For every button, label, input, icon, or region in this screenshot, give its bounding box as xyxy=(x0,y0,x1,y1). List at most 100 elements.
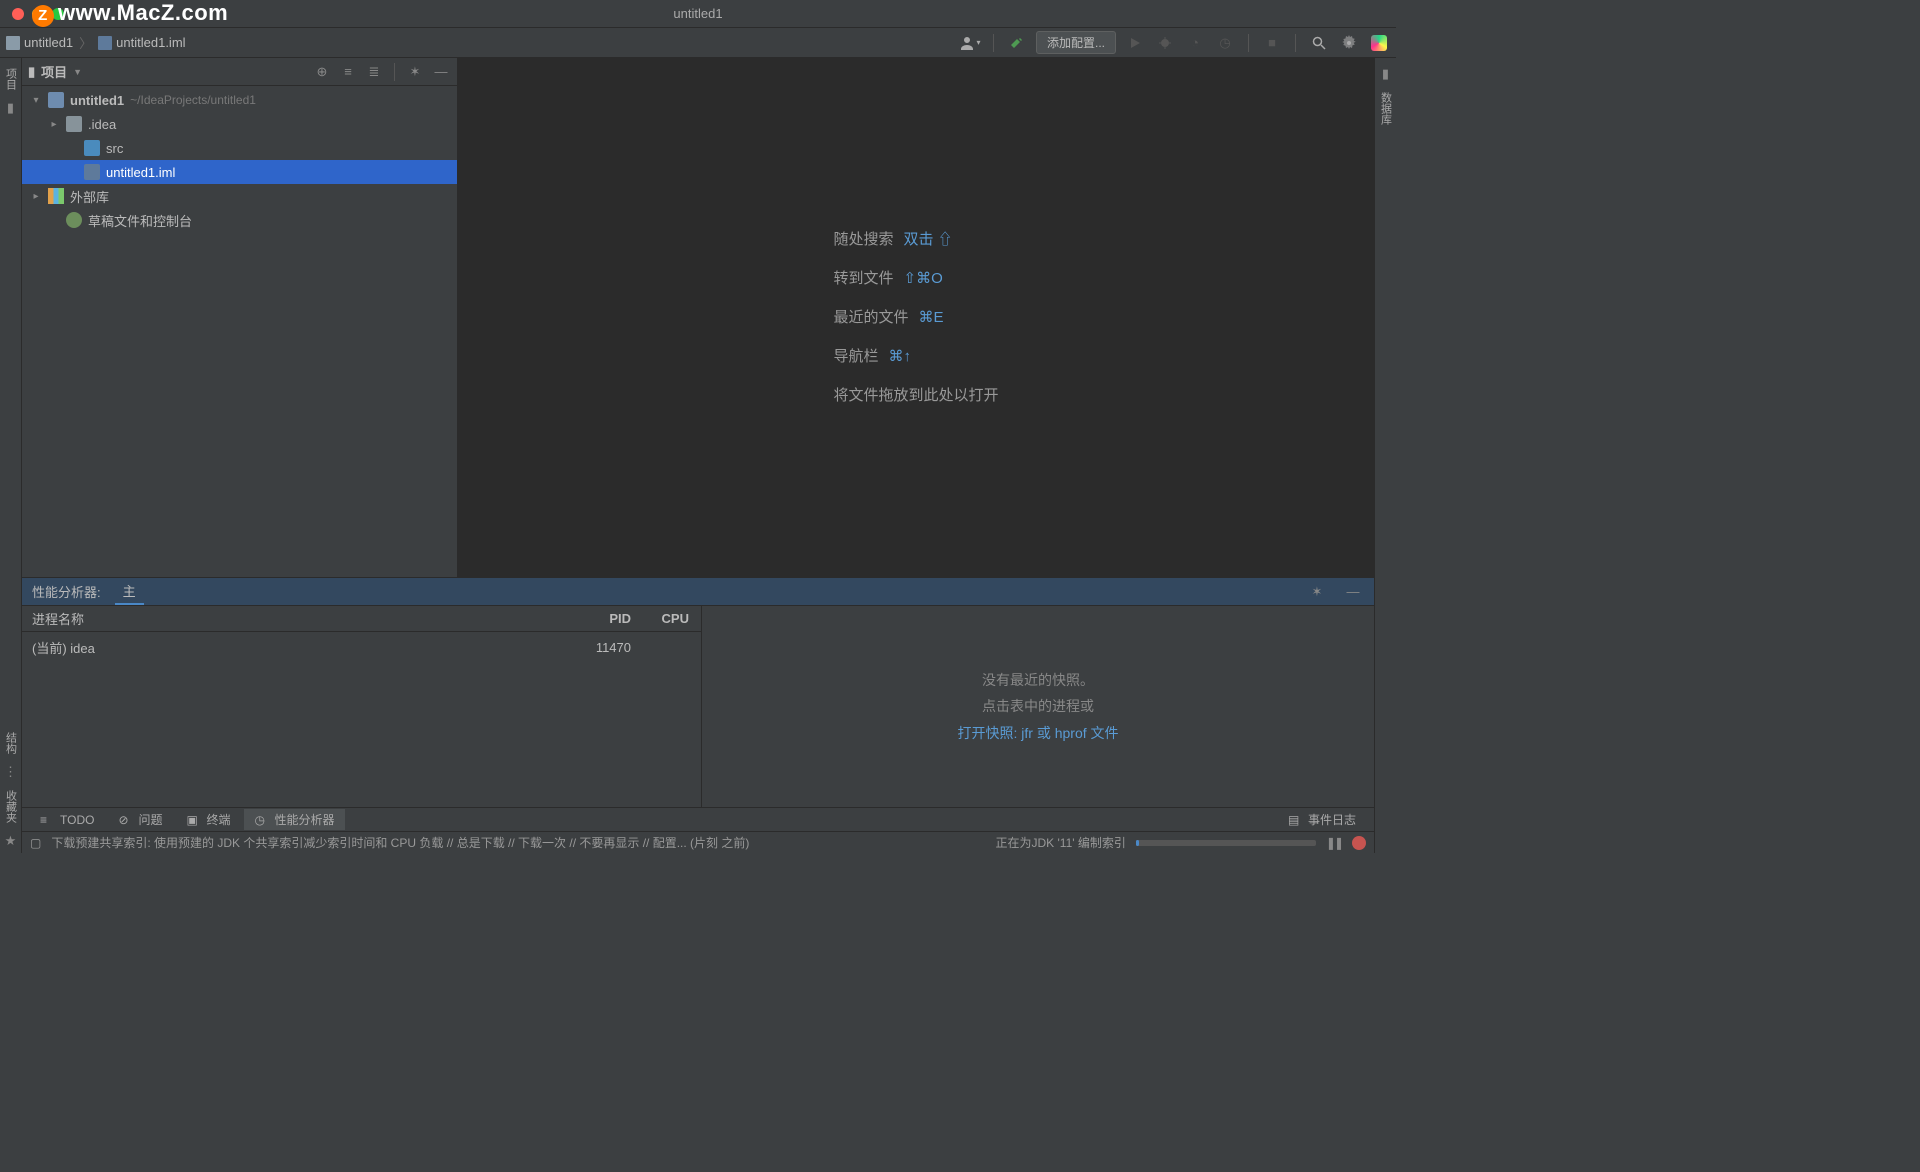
select-opened-file-icon[interactable]: ⊕ xyxy=(312,62,332,82)
tree-node-idea[interactable]: ▸ .idea xyxy=(22,112,457,136)
breadcrumb: untitled1 〉 untitled1.iml xyxy=(6,33,186,52)
indexing-label: 正在为JDK '11' 编制索引 xyxy=(996,834,1126,851)
expand-all-icon[interactable]: ≡ xyxy=(338,62,358,82)
debug-icon[interactable] xyxy=(1154,32,1176,54)
snapshot-pane: 没有最近的快照。 点击表中的进程或 打开快照: jfr 或 hprof 文件 xyxy=(702,606,1374,807)
profiler-icon: ◷ xyxy=(254,813,268,827)
tree-node-src[interactable]: ▸ src xyxy=(22,136,457,160)
tree-node-external-libraries[interactable]: ▸ 外部库 xyxy=(22,184,457,208)
folder-icon xyxy=(6,36,20,50)
build-icon[interactable] xyxy=(1006,32,1028,54)
window-title: untitled1 xyxy=(673,6,722,21)
gear-icon[interactable]: ✶ xyxy=(1306,581,1328,603)
jetbrains-toolbox-icon[interactable] xyxy=(1368,32,1390,54)
status-message[interactable]: 下载预建共享索引: 使用预建的 JDK 个共享索引减少索引时间和 CPU 负载 … xyxy=(51,834,749,851)
shortcut-recent: ⌘E xyxy=(919,298,944,337)
database-icon[interactable]: ▮ xyxy=(1378,66,1394,82)
process-table-header: 进程名称 PID CPU xyxy=(22,606,701,632)
project-tool-title[interactable]: ▮ 项目 ▼ xyxy=(28,62,82,81)
scratch-icon xyxy=(66,212,82,228)
profiler-title: 性能分析器: xyxy=(32,582,101,601)
project-tree[interactable]: ▾ untitled1 ~/IdeaProjects/untitled1 ▸ .… xyxy=(22,86,457,577)
tab-problems[interactable]: ⊘问题 xyxy=(108,809,172,830)
search-icon[interactable] xyxy=(1308,32,1330,54)
folder-icon xyxy=(66,116,82,132)
left-gutter: 项目 ▮ 结构 ⋮ 收藏夹 ★ xyxy=(0,58,22,853)
shortcut-navbar: ⌘↑ xyxy=(889,337,912,376)
tip-recent-files: 最近的文件 xyxy=(833,298,908,337)
tip-search-everywhere: 随处搜索 xyxy=(833,220,893,259)
process-row[interactable]: (当前) idea 11470 xyxy=(22,632,701,662)
tip-drop-files: 将文件拖放到此处以打开 xyxy=(833,376,998,415)
iml-file-icon xyxy=(84,164,100,180)
chevron-right-icon: 〉 xyxy=(79,33,92,52)
bottom-tool-tabs: ≡TODO ⊘问题 ▣终端 ◷性能分析器 ▤事件日志 xyxy=(22,807,1374,831)
profiler-panel: 性能分析器: 主 ✶ — 进程名称 PID CPU (当前) idea xyxy=(22,577,1374,807)
project-tool-header: ▮ 项目 ▼ ⊕ ≡ ≣ ✶ — xyxy=(22,58,457,86)
snapshot-msg-1: 没有最近的快照。 xyxy=(982,667,1094,694)
profiler-header: 性能分析器: 主 ✶ — xyxy=(22,578,1374,606)
source-folder-icon xyxy=(84,140,100,156)
chevron-right-icon[interactable]: ▸ xyxy=(48,119,60,130)
structure-icon[interactable]: ⋮ xyxy=(3,764,19,780)
run-icon[interactable] xyxy=(1124,32,1146,54)
terminal-icon: ▣ xyxy=(186,813,200,827)
shortcut-search: 双击 ⇧ xyxy=(904,220,953,259)
watermark: Zwww.MacZ.com xyxy=(32,0,228,27)
right-gutter: ▮ 数据库 xyxy=(1374,58,1396,853)
tool-tab-structure[interactable]: 结构 xyxy=(1,726,21,760)
iml-file-icon xyxy=(98,36,112,50)
editor-placeholder: 随处搜索双击 ⇧ 转到文件 ⇧⌘O 最近的文件 ⌘E 导航栏 ⌘↑ 将文件拖放到此处以… xyxy=(458,58,1374,577)
hide-icon[interactable]: — xyxy=(431,62,451,82)
process-table: 进程名称 PID CPU (当前) idea 11470 xyxy=(22,606,702,807)
libraries-icon xyxy=(48,188,64,204)
col-cpu[interactable]: CPU xyxy=(631,611,701,626)
tab-event-log[interactable]: ▤事件日志 xyxy=(1278,809,1366,830)
error-indicator-icon[interactable] xyxy=(1352,836,1366,850)
run-config-selector[interactable]: 添加配置... xyxy=(1036,31,1116,54)
progress-bar[interactable] xyxy=(1136,840,1316,846)
tool-tab-database[interactable]: 数据库 xyxy=(1376,86,1396,131)
warning-icon: ⊘ xyxy=(118,813,132,827)
user-icon[interactable]: ▾ xyxy=(959,32,981,54)
open-snapshot-link[interactable]: 打开快照: jfr 或 hprof 文件 xyxy=(957,725,1118,741)
status-bar: ▢ 下载预建共享索引: 使用预建的 JDK 个共享索引减少索引时间和 CPU 负… xyxy=(22,831,1374,853)
project-tool-window: ▮ 项目 ▼ ⊕ ≡ ≣ ✶ — ▾ untitled1 xyxy=(22,58,458,577)
log-icon: ▤ xyxy=(1288,813,1302,827)
profile-icon[interactable]: ◷ xyxy=(1214,32,1236,54)
tree-node-project-root[interactable]: ▾ untitled1 ~/IdeaProjects/untitled1 xyxy=(22,88,457,112)
breadcrumb-file[interactable]: untitled1.iml xyxy=(98,35,185,50)
tree-node-iml[interactable]: ▸ untitled1.iml xyxy=(22,160,457,184)
project-icon xyxy=(48,92,64,108)
tip-nav-bar: 导航栏 xyxy=(833,337,878,376)
status-rect-icon[interactable]: ▢ xyxy=(30,836,41,850)
hide-icon[interactable]: — xyxy=(1342,581,1364,603)
breadcrumb-project[interactable]: untitled1 xyxy=(6,35,73,50)
profiler-tab-main[interactable]: 主 xyxy=(115,578,144,605)
chevron-right-icon[interactable]: ▸ xyxy=(30,191,42,202)
tab-profiler[interactable]: ◷性能分析器 xyxy=(244,809,344,830)
folder-icon[interactable]: ▮ xyxy=(3,100,19,116)
tree-node-scratches[interactable]: ▸ 草稿文件和控制台 xyxy=(22,208,457,232)
settings-icon[interactable] xyxy=(1338,32,1360,54)
gear-icon[interactable]: ✶ xyxy=(405,62,425,82)
chevron-down-icon[interactable]: ▾ xyxy=(30,95,42,106)
tool-tab-favorites[interactable]: 收藏夹 xyxy=(1,784,21,829)
collapse-all-icon[interactable]: ≣ xyxy=(364,62,384,82)
editor-tips: 随处搜索双击 ⇧ 转到文件 ⇧⌘O 最近的文件 ⌘E 导航栏 ⌘↑ 将文件拖放到此处以… xyxy=(833,220,998,415)
col-process-name[interactable]: 进程名称 xyxy=(22,609,541,628)
navigation-bar: untitled1 〉 untitled1.iml ▾ 添加配置... ◔ ◷ … xyxy=(0,28,1396,58)
col-pid[interactable]: PID xyxy=(541,611,631,626)
tip-goto-file: 转到文件 xyxy=(833,259,893,298)
title-bar: Zwww.MacZ.com untitled1 xyxy=(0,0,1396,28)
coverage-icon[interactable]: ◔ xyxy=(1184,32,1206,54)
tab-todo[interactable]: ≡TODO xyxy=(30,811,104,829)
star-icon[interactable]: ★ xyxy=(3,833,19,849)
pause-icon[interactable]: ❚❚ xyxy=(1326,836,1342,850)
toolbar-right: ▾ 添加配置... ◔ ◷ ■ xyxy=(959,31,1390,54)
stop-icon[interactable]: ■ xyxy=(1261,32,1283,54)
tool-tab-project[interactable]: 项目 xyxy=(1,62,21,96)
close-window-icon[interactable] xyxy=(12,8,24,20)
shortcut-goto-file: ⇧⌘O xyxy=(904,259,943,298)
tab-terminal[interactable]: ▣终端 xyxy=(176,809,240,830)
